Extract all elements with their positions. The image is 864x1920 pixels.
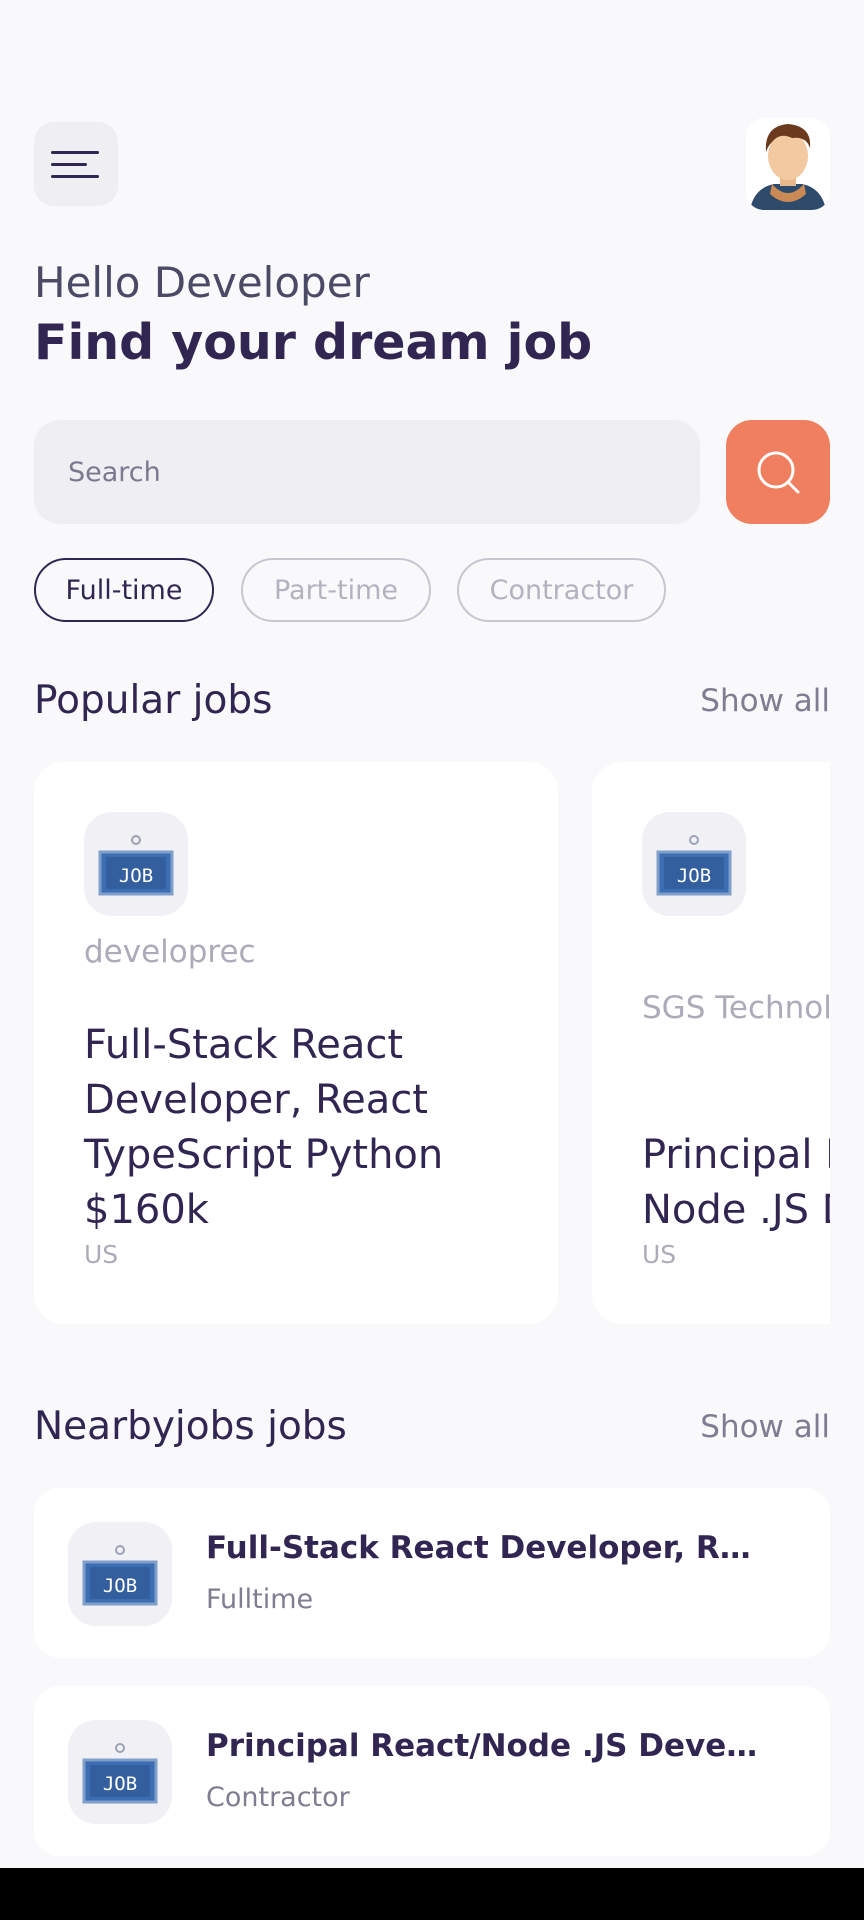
nearby-job-title: Full-Stack React Developer, React TypeSc… xyxy=(206,1530,766,1566)
job-title-line: TypeScript Python xyxy=(84,1132,444,1178)
nearby-job-type: Contractor xyxy=(206,1782,350,1813)
job-title: Full-Stack React Developer, React TypeSc… xyxy=(84,1018,443,1238)
job-sign-icon: JOB xyxy=(82,1545,158,1606)
logo-text: JOB xyxy=(119,865,153,887)
job-title-line: Node .JS Develo xyxy=(642,1187,830,1233)
company-name: SGS Technolo xyxy=(642,990,830,1026)
nearby-job-card[interactable]: JOB Principal React/Node .JS Developer C… xyxy=(34,1686,830,1856)
job-title-line: $160k xyxy=(84,1187,209,1233)
job-sign-icon: JOB xyxy=(82,1743,158,1804)
system-navigation-bar xyxy=(0,1868,864,1920)
popular-job-card[interactable]: JOB developrec Full-Stack React Develope… xyxy=(34,762,558,1324)
nearby-jobs-title: Nearbyjobs jobs xyxy=(34,1404,347,1449)
logo-text: JOB xyxy=(103,1773,137,1795)
popular-job-card[interactable]: JOB SGS Technolo Principal React/ Node .… xyxy=(592,762,830,1324)
job-location: US xyxy=(84,1240,119,1269)
job-title: Principal React/ Node .JS Develo xyxy=(642,1128,830,1238)
company-logo: JOB xyxy=(68,1522,172,1626)
nearby-job-type: Fulltime xyxy=(206,1584,314,1615)
company-logo: JOB xyxy=(84,812,188,916)
job-title-line: Principal React/ xyxy=(642,1132,830,1178)
company-logo: JOB xyxy=(642,812,746,916)
company-logo: JOB xyxy=(68,1720,172,1824)
logo-text: JOB xyxy=(677,865,711,887)
job-location: US xyxy=(642,1240,677,1269)
job-title-line: Developer, React xyxy=(84,1077,428,1123)
company-name: developrec xyxy=(84,934,256,970)
logo-text: JOB xyxy=(103,1575,137,1597)
nearby-show-all-link[interactable]: Show all xyxy=(700,1409,830,1445)
job-sign-icon: JOB xyxy=(656,835,732,896)
job-title-line: Full-Stack React xyxy=(84,1022,404,1068)
job-sign-icon: JOB xyxy=(98,835,174,896)
nearby-job-card[interactable]: JOB Full-Stack React Developer, React Ty… xyxy=(34,1488,830,1658)
nearby-job-title: Principal React/Node .JS Developer xyxy=(206,1728,766,1764)
